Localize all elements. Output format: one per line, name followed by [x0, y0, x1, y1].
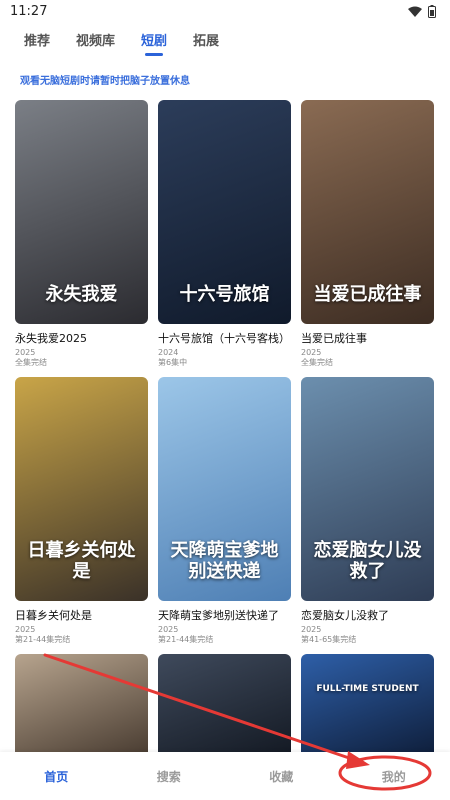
drama-poster[interactable]: 永失我爱 — [15, 100, 148, 324]
drama-card[interactable] — [15, 654, 148, 754]
drama-poster[interactable]: 十六号旅馆 — [158, 100, 291, 324]
drama-status: 第21-44集完结 — [15, 635, 71, 644]
drama-poster[interactable]: 当爱已成往事 — [301, 100, 434, 324]
drama-grid: 永失我爱 永失我爱2025 2025 全集完结 十六号旅馆 十六号旅馆（十六号客… — [15, 100, 435, 754]
drama-status: 第21-44集完结 — [158, 635, 214, 644]
drama-status: 第41-65集完结 — [301, 635, 357, 644]
battery-icon — [428, 4, 436, 18]
status-time: 11:27 — [10, 3, 48, 19]
nav-mine[interactable]: 我的 — [382, 768, 406, 785]
drama-card[interactable]: 当爱已成往事 当爱已成往事 2025 全集完结 — [301, 100, 434, 377]
poster-caption: FULL-TIME STUDENT — [316, 684, 419, 694]
tab-extend[interactable]: 拓展 — [193, 30, 219, 56]
drama-title[interactable]: 永失我爱2025 — [15, 330, 148, 346]
drama-card[interactable] — [158, 654, 291, 754]
drama-year: 2025 — [15, 348, 36, 357]
drama-card[interactable]: 日暮乡关何处是 日暮乡关何处是 2025 第21-44集完结 — [15, 377, 148, 654]
drama-year: 2025 — [158, 625, 179, 634]
drama-title[interactable]: 日暮乡关何处是 — [15, 607, 148, 623]
drama-title[interactable]: 恋爱脑女儿没救了 — [301, 607, 434, 623]
poster-caption: 恋爱脑女儿没救了 — [313, 539, 422, 583]
drama-year: 2025 — [15, 625, 36, 634]
drama-poster[interactable] — [158, 654, 291, 754]
nav-favorites[interactable]: 收藏 — [269, 768, 293, 785]
tab-video-library[interactable]: 视频库 — [76, 30, 115, 56]
drama-poster[interactable]: 恋爱脑女儿没救了 — [301, 377, 434, 601]
nav-search[interactable]: 搜索 — [157, 768, 181, 785]
drama-poster[interactable] — [15, 654, 148, 754]
bottom-nav: 首页 搜索 收藏 我的 — [0, 752, 450, 800]
notice-text: 观看无脑短剧时请暂时把脑子放置休息 — [20, 76, 190, 87]
drama-card[interactable]: FULL-TIME STUDENT — [301, 654, 434, 754]
tab-recommend[interactable]: 推荐 — [24, 30, 50, 56]
poster-caption: 天降萌宝爹地别送快递 — [170, 539, 279, 583]
drama-title[interactable]: 当爱已成往事 — [301, 330, 434, 346]
drama-poster[interactable]: 日暮乡关何处是 — [15, 377, 148, 601]
status-icons — [408, 4, 436, 18]
drama-status: 全集完结 — [15, 358, 47, 367]
drama-year: 2025 — [301, 625, 322, 634]
drama-year: 2025 — [301, 348, 322, 357]
drama-card[interactable]: 永失我爱 永失我爱2025 2025 全集完结 — [15, 100, 148, 377]
drama-card[interactable]: 天降萌宝爹地别送快递 天降萌宝爹地别送快递了 2025 第21-44集完结 — [158, 377, 291, 654]
nav-home[interactable]: 首页 — [44, 768, 68, 785]
poster-caption: 日暮乡关何处是 — [27, 539, 136, 583]
drama-card[interactable]: 恋爱脑女儿没救了 恋爱脑女儿没救了 2025 第41-65集完结 — [301, 377, 434, 654]
wifi-icon — [408, 6, 422, 17]
drama-title[interactable]: 天降萌宝爹地别送快递了 — [158, 607, 291, 623]
drama-status: 全集完结 — [301, 358, 333, 367]
drama-poster[interactable]: FULL-TIME STUDENT — [301, 654, 434, 754]
drama-card[interactable]: 十六号旅馆 十六号旅馆（十六号客栈） 2024 第6集中 — [158, 100, 291, 377]
drama-title[interactable]: 十六号旅馆（十六号客栈） — [158, 330, 291, 346]
drama-status: 第6集中 — [158, 358, 188, 367]
poster-caption: 十六号旅馆 — [179, 284, 270, 306]
poster-caption: 当爱已成往事 — [313, 284, 422, 306]
status-bar: 11:27 — [0, 0, 450, 22]
poster-caption: 永失我爱 — [45, 284, 118, 306]
drama-year: 2024 — [158, 348, 179, 357]
tab-short-drama[interactable]: 短剧 — [141, 30, 167, 56]
top-tabs: 推荐 视频库 短剧 拓展 — [24, 30, 219, 56]
drama-poster[interactable]: 天降萌宝爹地别送快递 — [158, 377, 291, 601]
